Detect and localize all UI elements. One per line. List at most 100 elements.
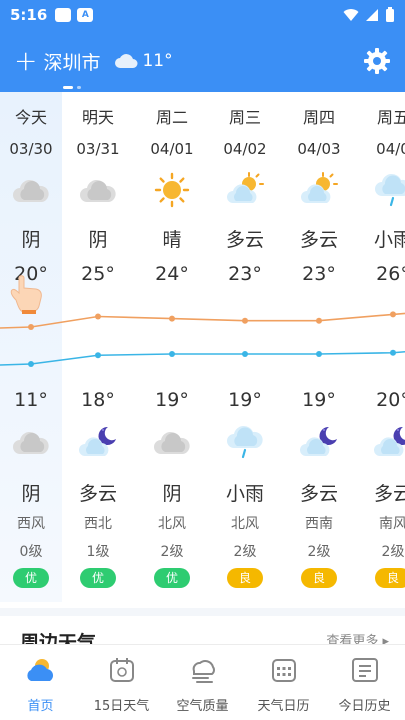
partly-cloudy-night-icon xyxy=(373,424,405,460)
air-quality-badge: 优 xyxy=(13,568,49,588)
high-temperature: 25° xyxy=(81,263,115,285)
low-temperature-point xyxy=(95,352,101,359)
nav-item[interactable]: 空气质量 xyxy=(162,645,243,720)
low-temperature: 11° xyxy=(14,389,48,411)
high-temperature: 24° xyxy=(155,263,189,285)
night-weather-text: 阴 xyxy=(21,483,41,505)
high-temperature-point xyxy=(390,311,396,318)
status-time: 5:16 xyxy=(10,6,48,24)
city-selector[interactable]: 深圳市 xyxy=(43,48,101,89)
high-temperature-line xyxy=(0,312,405,329)
low-temperature: 19° xyxy=(302,389,336,411)
wind-level: 2级 xyxy=(381,544,405,560)
high-temperature-point xyxy=(242,317,248,324)
add-city-button[interactable]: + xyxy=(14,47,37,75)
forecast-day-label: 周五 xyxy=(376,108,405,127)
forecast-day-label: 周二 xyxy=(155,108,188,127)
night-weather-text: 多云 xyxy=(373,483,405,505)
low-temperature: 20° xyxy=(376,389,405,411)
night-weather-text: 小雨 xyxy=(225,483,264,505)
calendar-15-icon xyxy=(107,655,137,695)
forecast-date: 04/0 xyxy=(376,140,405,158)
nav-item[interactable]: 今日历史 xyxy=(324,645,405,720)
cloudy-icon xyxy=(78,172,118,208)
low-temperature-point xyxy=(28,361,34,367)
high-temperature-point xyxy=(95,313,101,320)
status-bar: 5:16 A xyxy=(0,0,405,30)
wind-direction: 南风 xyxy=(379,516,405,532)
cloudy-icon xyxy=(115,54,138,68)
day-weather-text: 多云 xyxy=(225,229,264,251)
high-temperature-point xyxy=(316,317,322,324)
forecast-day-label: 明天 xyxy=(81,108,114,127)
forecast-panel[interactable]: 今天 03/30 阴 20° 11° 阴 西风 0级 优 明天 03/31 阴 … xyxy=(0,92,405,608)
settings-gear-icon[interactable] xyxy=(363,47,391,75)
nav-item-label: 天气日历 xyxy=(257,699,310,714)
air-quality-icon xyxy=(188,655,218,695)
high-temperature: 26° xyxy=(376,263,405,285)
day-weather-text: 小雨 xyxy=(373,229,405,251)
cloudy-icon xyxy=(11,172,51,208)
partly-cloudy-night-icon xyxy=(78,424,118,460)
wind-level: 0级 xyxy=(19,544,43,560)
swipe-hand-icon xyxy=(10,275,42,314)
low-temperature-point xyxy=(390,349,396,356)
city-name: 深圳市 xyxy=(43,51,101,74)
partly-cloudy-night-icon xyxy=(299,424,339,460)
night-weather-text: 多云 xyxy=(78,483,117,505)
wind-direction: 北风 xyxy=(158,516,186,532)
nav-item-label: 空气质量 xyxy=(176,699,229,714)
nav-item[interactable]: 天气日历 xyxy=(243,645,324,720)
bottom-nav: 首页 15日天气 空气质量 天气日历 今日历史 xyxy=(0,644,405,720)
home-weather-icon xyxy=(26,655,56,695)
wifi-icon xyxy=(343,9,359,21)
day-weather-text: 阴 xyxy=(21,229,41,251)
wind-direction: 西风 xyxy=(17,516,45,532)
nav-item-label: 首页 xyxy=(27,699,54,714)
forecast-day-label: 周四 xyxy=(302,108,335,127)
partly-cloudy-day-icon xyxy=(299,172,339,208)
day-weather-text: 阴 xyxy=(88,229,108,251)
nav-item[interactable]: 首页 xyxy=(0,645,81,720)
low-temperature: 19° xyxy=(228,389,262,411)
day-weather-text: 晴 xyxy=(162,229,182,251)
current-temperature: 11° xyxy=(142,51,173,71)
air-quality-badge: 良 xyxy=(301,568,337,588)
air-quality-badge: 优 xyxy=(80,568,116,588)
wind-level: 2级 xyxy=(233,544,257,560)
history-icon xyxy=(350,655,380,695)
gallery-icon xyxy=(55,8,72,22)
low-temperature-point xyxy=(316,351,322,357)
forecast-date: 03/31 xyxy=(76,140,120,158)
low-temperature-point xyxy=(242,351,248,357)
air-quality-badge: 良 xyxy=(227,568,263,588)
weather-app: 5:16 A + 深圳市 11° 今天 03/30 阴 20° 11° 阴 西风… xyxy=(0,0,405,720)
low-temperature-point xyxy=(169,351,175,357)
high-temperature-point xyxy=(28,324,34,330)
high-temperature: 23° xyxy=(228,263,262,285)
night-weather-text: 阴 xyxy=(162,483,182,505)
low-temperature: 19° xyxy=(155,389,189,411)
battery-icon xyxy=(386,7,394,22)
sunny-icon xyxy=(152,172,192,208)
nav-item[interactable]: 15日天气 xyxy=(81,645,162,720)
wind-level: 1级 xyxy=(86,544,110,560)
low-temperature-line xyxy=(0,350,405,366)
header: + 深圳市 11° xyxy=(0,30,405,92)
day-weather-text: 多云 xyxy=(299,229,338,251)
forecast-day-label: 今天 xyxy=(14,108,47,127)
high-temperature-point xyxy=(169,315,175,322)
forecast-day-label: 周三 xyxy=(228,108,261,127)
wind-level: 2级 xyxy=(160,544,184,560)
wind-direction: 西北 xyxy=(84,516,112,532)
weather-calendar-icon xyxy=(269,655,299,695)
app-notification-icon: A xyxy=(77,8,94,22)
partly-cloudy-day-icon xyxy=(225,172,265,208)
high-temperature: 23° xyxy=(302,263,336,285)
nav-item-label: 今日历史 xyxy=(338,699,391,714)
air-quality-badge: 良 xyxy=(375,568,405,588)
wind-direction: 西南 xyxy=(305,516,333,532)
page-indicator xyxy=(62,85,81,89)
wind-level: 2级 xyxy=(307,544,331,560)
light-rain-icon xyxy=(373,172,405,208)
